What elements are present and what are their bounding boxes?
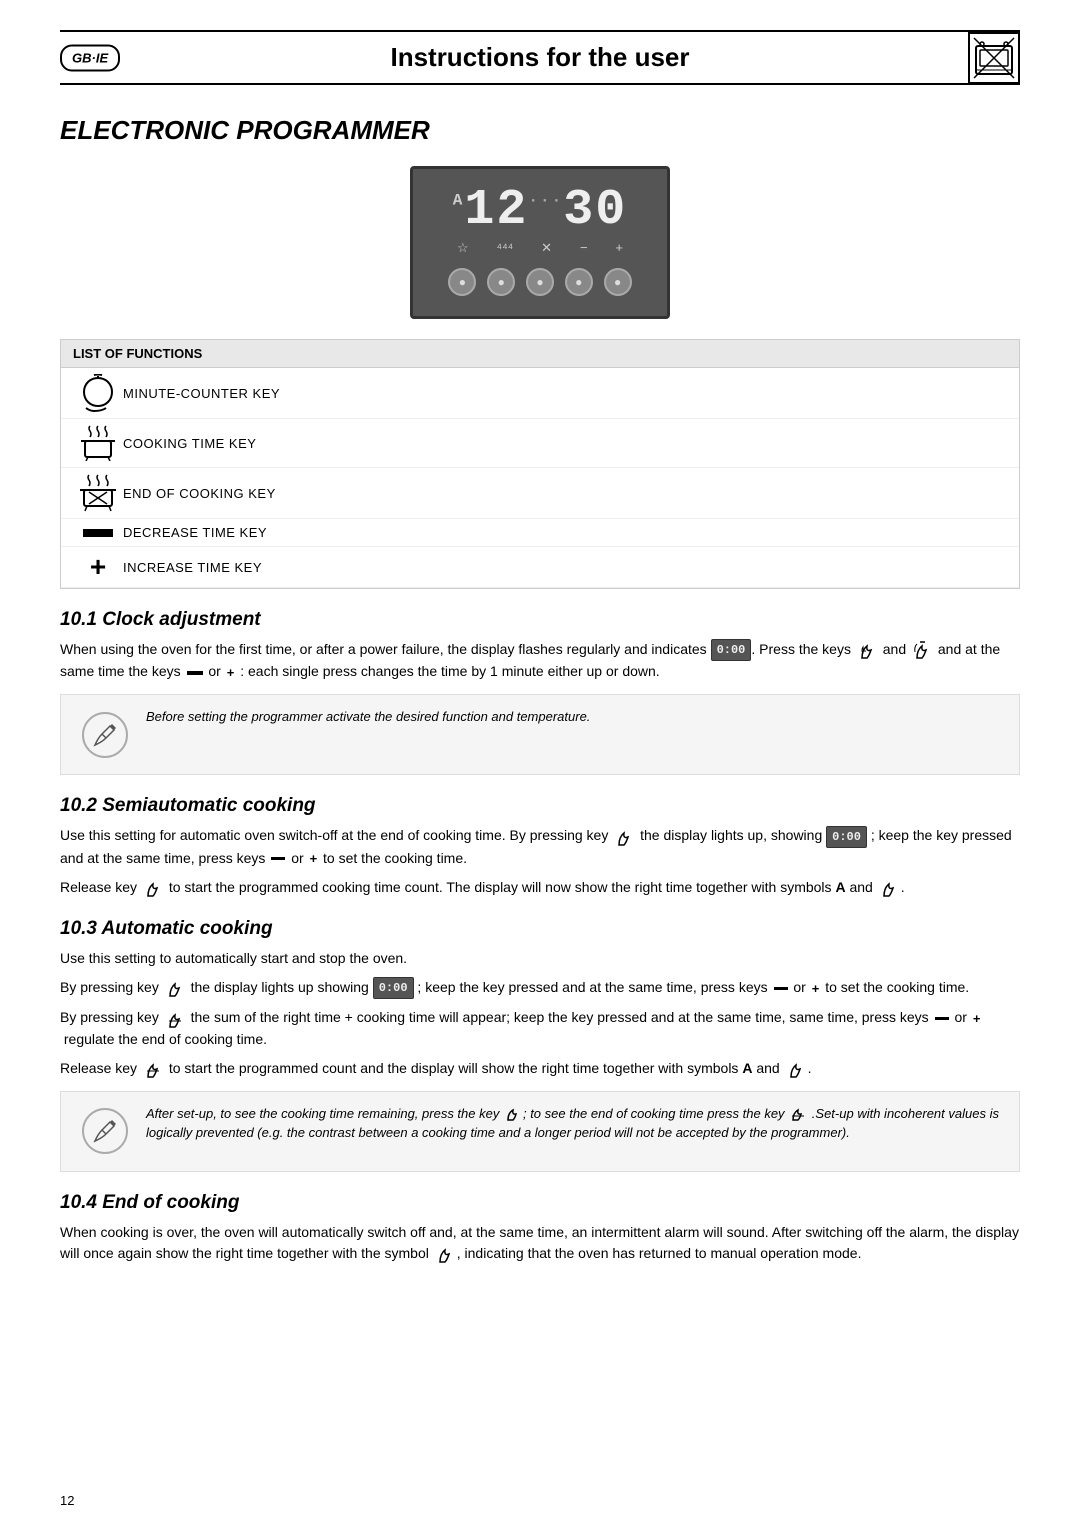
auto-release-icon [143,1059,163,1079]
auto-key2-icon [165,1009,185,1029]
end-cooking-icon [73,474,123,512]
auto-note-key2-icon [790,1106,806,1122]
auto-minus1-icon [774,987,788,990]
page-header: GB·IE Instructions for the user [60,30,1020,85]
semiauto-minus-icon [271,857,285,860]
clock-note-box: Before setting the programmer activate t… [60,694,1020,775]
semiauto-para2: Release key to start the programmed cook… [60,877,1020,898]
clock-minus-icon [187,671,203,675]
semiauto-flame-icon [879,878,899,898]
auto-para2: By pressing key the display lights up sh… [60,977,1020,999]
auto-note-key1-icon [505,1106,521,1122]
endcooking-symbol-icon [435,1244,455,1264]
clock-flame-icon [857,640,877,660]
display-btn-cross[interactable]: ● [526,268,554,296]
display-symbol-minus: − [580,240,588,256]
function-row-minute-counter: MINUTE-COUNTER KEY [61,368,1019,419]
clock-flame2-icon [912,640,932,660]
functions-table: LIST OF FUNCTIONS MINUTE-COUNTER KEY [60,339,1020,589]
auto-plus1-icon: + [812,979,820,999]
display-buttons: ● ● ● ● ● [443,268,637,296]
semiauto-release-icon [143,878,163,898]
auto-para4: Release key to start the programmed coun… [60,1058,1020,1079]
cooking-time-icon [73,425,123,461]
display-btn-plus[interactable]: ● [604,268,632,296]
display-symbol-cross: ✕ [541,240,552,256]
auto-para1: Use this setting to automatically start … [60,948,1020,969]
function-label-increase-time: INCREASE TIME KEY [123,560,262,575]
function-row-increase-time: + INCREASE TIME KEY [61,547,1019,588]
function-row-decrease-time: DECREASE TIME KEY [61,519,1019,547]
display-symbol-flame: ⁴⁴⁴ [496,240,513,256]
functions-table-header: LIST OF FUNCTIONS [61,340,1019,368]
auto-minus2-icon [935,1017,949,1020]
auto-plus2-icon: + [973,1009,981,1029]
clock-note-text: Before setting the programmer activate t… [146,707,590,727]
subsection-auto-title: 10.3 Automatic cooking [60,918,1020,940]
auto-note-box: After set-up, to see the cooking time re… [60,1091,1020,1172]
function-label-decrease-time: DECREASE TIME KEY [123,525,267,540]
display-time: A12···30 [453,184,627,236]
subsection-endcooking-title: 10.4 End of cooking [60,1192,1020,1214]
display-symbol-plus: + [615,240,623,256]
display-btn-flame[interactable]: ● [487,268,515,296]
page: GB·IE Instructions for the user ELECTRON… [0,0,1080,1528]
auto-key1-icon [165,978,185,998]
display-btn-bell[interactable]: ● [448,268,476,296]
decrease-time-icon [73,529,123,537]
page-title: Instructions for the user [390,42,689,73]
clock-para1: When using the oven for the first time, … [60,639,1020,682]
semiauto-plus-icon: + [310,849,318,869]
minute-counter-icon [73,374,123,412]
function-row-cooking-time: COOKING TIME KEY [61,419,1019,468]
semiauto-key-icon [614,827,634,847]
auto-display-inline1: 0:00 [373,977,414,999]
auto-flame-final-icon [786,1059,806,1079]
display-btn-minus[interactable]: ● [565,268,593,296]
display-symbol-bell: ☆ [457,240,469,256]
display-container: A12···30 ☆ ⁴⁴⁴ ✕ − + ● ● ● ● ● [60,166,1020,319]
country-badge: GB·IE [60,44,120,71]
clock-display-inline: 0:00 [711,639,752,661]
increase-time-icon: + [73,553,123,581]
note-pencil-icon [77,707,132,762]
page-number: 12 [60,1493,74,1508]
function-label-cooking-time: COOKING TIME KEY [123,436,256,451]
function-row-end-cooking: END OF COOKING KEY [61,468,1019,519]
appliance-icon [968,32,1020,84]
auto-para3: By pressing key the sum of the right tim… [60,1007,1020,1049]
semiauto-display-inline: 0:00 [826,826,867,848]
auto-note-icon [77,1104,132,1159]
clock-plus-icon: + [227,663,235,683]
semiauto-para1: Use this setting for automatic oven swit… [60,825,1020,868]
display-panel: A12···30 ☆ ⁴⁴⁴ ✕ − + ● ● ● ● ● [410,166,670,319]
subsection-clock-title: 10.1 Clock adjustment [60,609,1020,631]
function-label-minute-counter: MINUTE-COUNTER KEY [123,386,280,401]
endcooking-para1: When cooking is over, the oven will auto… [60,1222,1020,1264]
section-title: ELECTRONIC PROGRAMMER [60,115,1020,146]
subsection-semiauto-title: 10.2 Semiautomatic cooking [60,795,1020,817]
function-label-end-cooking: END OF COOKING KEY [123,486,276,501]
auto-note-text: After set-up, to see the cooking time re… [146,1104,1003,1143]
